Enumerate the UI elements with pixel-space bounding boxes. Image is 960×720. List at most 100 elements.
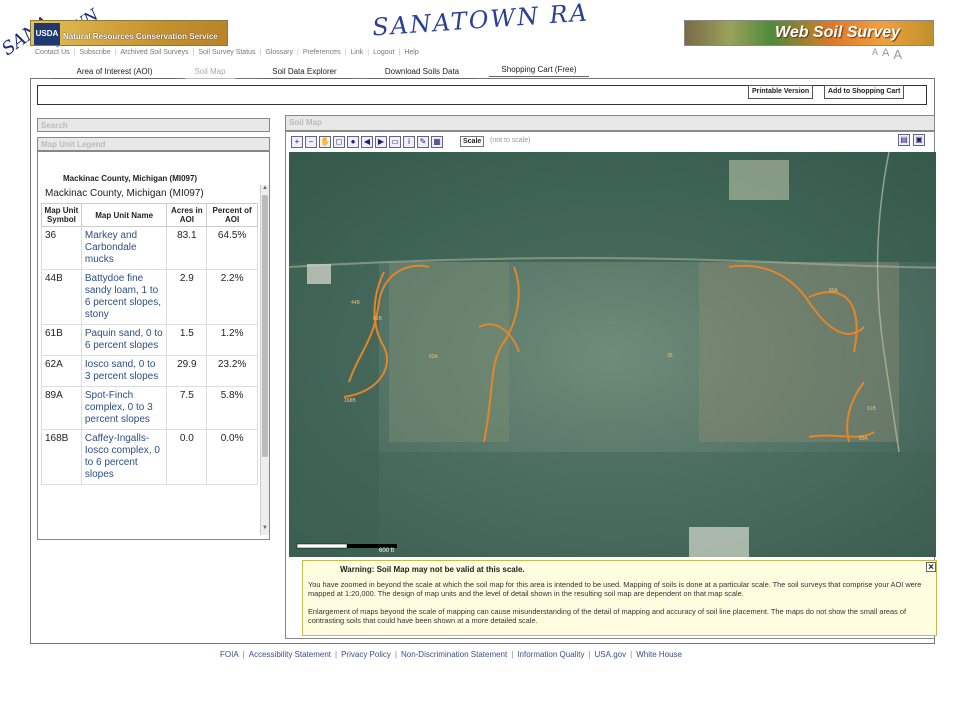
nav-logout[interactable]: Logout (373, 49, 394, 56)
nav-preferences[interactable]: Preferences (303, 49, 341, 56)
footer-foia[interactable]: FOIA (220, 650, 239, 659)
clearing-north (729, 160, 789, 200)
zoom-in-icon[interactable]: + (291, 136, 303, 148)
row-name-link[interactable]: Spot-Finch complex, 0 to 3 percent slope… (80, 386, 168, 430)
scroll-down-icon[interactable]: ▼ (262, 525, 268, 531)
footer-info-quality[interactable]: Information Quality (517, 650, 584, 659)
table-row: 168B Caffey-Ingalls-Iosco complex, 0 to … (41, 429, 258, 485)
footer-usa-gov[interactable]: USA.gov (595, 650, 627, 659)
zoom-out-icon[interactable]: − (305, 136, 317, 148)
soil-unit-label[interactable]: 168B (344, 398, 356, 404)
row-acres: 2.9 (166, 269, 208, 325)
row-symbol: 168B (41, 429, 82, 485)
legend-scroll-thumb[interactable] (262, 195, 268, 457)
soil-unit-label[interactable]: 89A (859, 436, 869, 442)
tab-soil-data-explorer[interactable]: Soil Data Explorer (257, 67, 352, 79)
forward-icon[interactable]: ▶ (375, 136, 387, 148)
text-size-medium[interactable]: A (882, 47, 889, 62)
usda-logo: USDA (34, 23, 60, 45)
row-percent: 0.0% (206, 429, 258, 485)
nav-help[interactable]: Help (404, 49, 418, 56)
text-size-controls: A A A (872, 47, 902, 62)
nav-subscribe[interactable]: Subscribe (79, 49, 110, 56)
nav-glossary[interactable]: Glossary (265, 49, 293, 56)
text-size-small[interactable]: A (872, 47, 878, 62)
row-name-link[interactable]: Battydoe fine sandy loam, 1 to 6 percent… (80, 269, 168, 325)
scale-bar-half (296, 543, 348, 549)
pan-icon[interactable]: ✋ (319, 136, 331, 148)
row-name-link[interactable]: Caffey-Ingalls-Iosco complex, 0 to 6 per… (80, 429, 168, 485)
row-percent: 23.2% (206, 355, 258, 387)
info-icon[interactable]: i (403, 136, 415, 148)
legend-scrollbar[interactable]: ▲ ▼ (260, 185, 269, 535)
legend-panel-header[interactable]: Map Unit Legend (37, 137, 270, 151)
full-extent-icon[interactable]: ▭ (389, 136, 401, 148)
row-acres: 1.5 (166, 324, 208, 356)
row-name-link[interactable]: Iosco sand, 0 to 3 percent slopes (80, 355, 168, 387)
main-tabs: Area of Interest (AOI) Soil Map Soil Dat… (37, 65, 935, 81)
row-name-link[interactable]: Markey and Carbondale mucks (80, 226, 168, 270)
col-acres: Acres in AOI (166, 203, 208, 227)
row-symbol: 44B (41, 269, 82, 325)
map-legend-icon[interactable]: ▤ (898, 134, 910, 146)
add-to-cart-button[interactable]: Add to Shopping Cart (824, 85, 905, 99)
soil-unit-label[interactable]: 36 (667, 353, 673, 359)
legend-table: Map Unit Symbol Map Unit Name Acres in A… (41, 203, 258, 485)
soil-map-aerial[interactable]: 44B 61B 62A 168B 36 89A 61B 89A 600 ft (289, 152, 936, 557)
text-size-large[interactable]: A (893, 47, 902, 62)
legend-county-subheader: Mackinac County, Michigan (MI097) (45, 188, 204, 199)
scroll-up-icon[interactable]: ▲ (262, 185, 268, 191)
back-icon[interactable]: ◀ (361, 136, 373, 148)
nav-link[interactable]: Link (350, 49, 363, 56)
warning-title: Warning: Soil Map may not be valid at th… (340, 565, 525, 574)
soil-unit-label[interactable]: 62A (429, 354, 439, 360)
footer-white-house[interactable]: White House (636, 650, 682, 659)
product-title: Web Soil Survey (775, 24, 901, 41)
footer-nondiscrimination[interactable]: Non-Discrimination Statement (401, 650, 507, 659)
tab-area-of-interest[interactable]: Area of Interest (AOI) (52, 67, 177, 79)
soil-unit-label[interactable]: 61B (373, 316, 383, 322)
close-icon[interactable]: × (926, 562, 936, 573)
col-percent: Percent of AOI (206, 203, 258, 227)
table-row: 36 Markey and Carbondale mucks 83.1 64.5… (41, 226, 258, 270)
soil-unit-label[interactable]: 61B (867, 406, 877, 412)
identify-icon[interactable]: ● (347, 136, 359, 148)
row-percent: 1.2% (206, 324, 258, 356)
nav-status[interactable]: Soil Survey Status (198, 49, 255, 56)
aoi-icon[interactable]: ◻ (333, 136, 345, 148)
map-panel-header: Soil Map (285, 115, 935, 131)
soil-unit-label[interactable]: 44B (351, 300, 361, 306)
row-name-link[interactable]: Paquin sand, 0 to 6 percent slopes (80, 324, 168, 356)
forest-area-north (289, 152, 936, 262)
table-row: 89A Spot-Finch complex, 0 to 3 percent s… (41, 386, 258, 430)
clear-icon[interactable]: ▦ (431, 136, 443, 148)
usda-banner: USDA Natural Resources Conservation Serv… (30, 20, 228, 46)
scale-button[interactable]: Scale (460, 136, 485, 147)
tab-soil-map[interactable]: Soil Map (185, 67, 235, 79)
table-row: 44B Battydoe fine sandy loam, 1 to 6 per… (41, 269, 258, 325)
legend-county-header: Mackinac County, Michigan (MI097) (63, 174, 198, 183)
table-row: 62A Iosco sand, 0 to 3 percent slopes 29… (41, 355, 258, 387)
print-map-icon[interactable]: ▣ (913, 134, 925, 146)
legend-icon[interactable]: ✎ (417, 136, 429, 148)
col-symbol: Map Unit Symbol (41, 203, 82, 227)
search-panel-header[interactable]: Search (37, 118, 270, 132)
nav-archived[interactable]: Archived Soil Surveys (120, 49, 188, 56)
row-acres: 83.1 (166, 226, 208, 270)
footer-privacy[interactable]: Privacy Policy (341, 650, 391, 659)
tab-download-soils-data[interactable]: Download Soils Data (367, 67, 477, 79)
scale-dropdown[interactable]: (not to scale) (490, 137, 530, 144)
tab-shopping-cart[interactable]: Shopping Cart (Free) (489, 65, 589, 77)
footer-accessibility[interactable]: Accessibility Statement (249, 650, 331, 659)
top-nav: Contact Us | Subscribe | Archived Soil Sur… (35, 49, 419, 56)
soil-unit-label[interactable]: 89A (829, 288, 839, 294)
nav-contact-us[interactable]: Contact Us (35, 49, 70, 56)
row-symbol: 62A (41, 355, 82, 387)
legend-table-header: Map Unit Symbol Map Unit Name Acres in A… (41, 203, 258, 227)
clearing (307, 264, 331, 284)
map-toolbar: + − ✋ ◻ ● ◀ ▶ ▭ i ✎ ▦ (291, 136, 443, 150)
row-percent: 64.5% (206, 226, 258, 270)
clearing-south (689, 527, 749, 557)
printable-version-button[interactable]: Printable Version (748, 85, 814, 99)
agency-name: Natural Resources Conservation Service (63, 32, 218, 41)
